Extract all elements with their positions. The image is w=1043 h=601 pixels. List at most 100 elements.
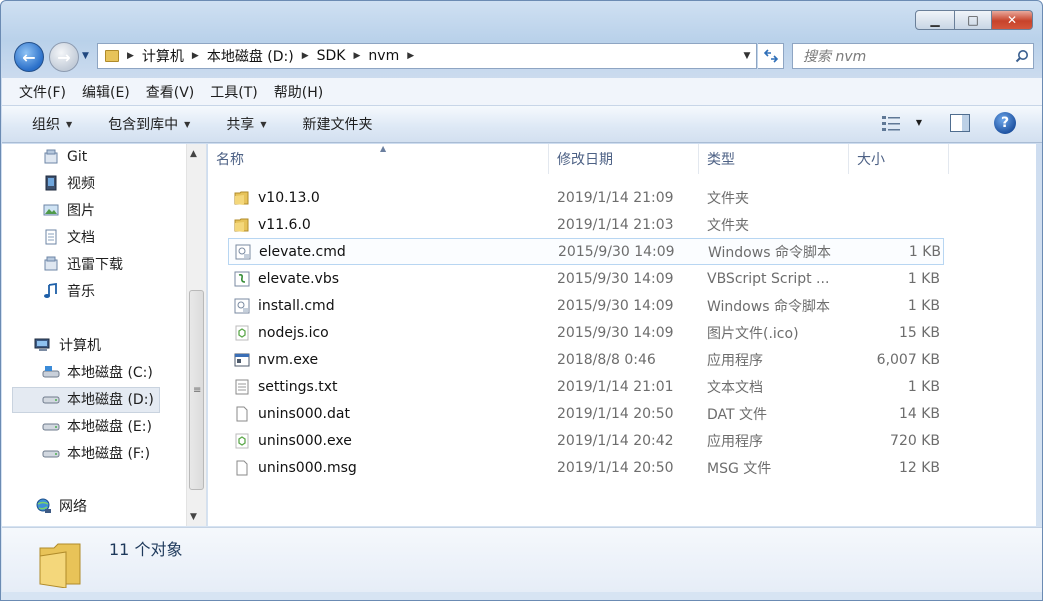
recent-pages-dropdown[interactable]: ▼ <box>82 51 89 61</box>
chevron-down-icon: ▼ <box>66 119 73 129</box>
git-library-icon <box>42 149 60 165</box>
address-history-dropdown[interactable]: ▼ <box>738 51 756 61</box>
file-name-cell[interactable]: elevate.vbs <box>228 271 557 287</box>
nav-label: 文档 <box>67 230 95 246</box>
file-size: 720 KB <box>890 432 940 449</box>
file-name-cell[interactable]: elevate.cmd <box>229 244 558 260</box>
column-header-type[interactable]: 类型 <box>699 144 849 174</box>
menu-file[interactable]: 文件(F) <box>19 82 66 102</box>
column-header-size[interactable]: 大小 <box>849 144 949 174</box>
nav-item-music[interactable]: 音乐 <box>42 280 95 302</box>
breadcrumb-sdk[interactable]: SDK <box>317 48 346 64</box>
chevron-right-icon[interactable]: ▶ <box>302 51 309 61</box>
file-row[interactable]: v11.6.0 2019/1/14 21:03 文件夹 <box>228 211 944 238</box>
file-name: nodejs.ico <box>258 324 329 341</box>
nav-item-downloads[interactable]: 迅雷下载 <box>42 253 123 275</box>
file-row[interactable]: nvm.exe 2018/8/8 0:46 应用程序 6,007 KB <box>228 346 944 373</box>
nav-item-drive-c[interactable]: 本地磁盘 (C:) <box>42 361 153 383</box>
menu-tools[interactable]: 工具(T) <box>210 82 257 102</box>
preview-pane-icon[interactable] <box>950 114 970 132</box>
file-row[interactable]: unins000.msg 2019/1/14 20:50 MSG 文件 12 KB <box>228 454 944 481</box>
menu-view[interactable]: 查看(V) <box>146 82 195 102</box>
file-name: elevate.vbs <box>258 270 339 287</box>
file-name-cell[interactable]: v10.13.0 <box>228 190 557 206</box>
file-name-cell[interactable]: unins000.msg <box>228 460 557 476</box>
refresh-button[interactable] <box>758 43 784 69</box>
menu-edit[interactable]: 编辑(E) <box>82 82 130 102</box>
forward-button[interactable]: → <box>49 42 79 72</box>
scroll-thumb[interactable]: ≡ <box>189 290 204 490</box>
view-options-icon[interactable] <box>881 115 901 132</box>
status-bar: 11 个对象 <box>2 527 1042 592</box>
nav-item-drive-d[interactable]: 本地磁盘 (D:) <box>42 388 154 410</box>
file-date: 2015/9/30 14:09 <box>558 243 675 260</box>
file-type: 图片文件(.ico) <box>707 325 799 342</box>
file-row[interactable]: v10.13.0 2019/1/14 21:09 文件夹 <box>228 184 944 211</box>
chevron-down-icon[interactable]: ▼ <box>916 118 922 127</box>
include-label: 包含到库中 <box>108 117 179 133</box>
nav-item-drive-e[interactable]: 本地磁盘 (E:) <box>42 415 152 437</box>
file-name-cell[interactable]: settings.txt <box>228 379 557 395</box>
file-name-cell[interactable]: unins000.dat <box>228 406 557 422</box>
file-date: 2018/8/8 0:46 <box>557 351 656 368</box>
address-bar[interactable]: ▶ 计算机 ▶ 本地磁盘 (D:) ▶ SDK ▶ nvm ▶ ▼ <box>97 43 757 69</box>
back-button[interactable]: ← <box>14 42 44 72</box>
organize-button[interactable]: 组织 ▼ <box>32 114 72 134</box>
folder-icon <box>234 217 250 233</box>
nav-item-documents[interactable]: 文档 <box>42 226 95 248</box>
file-name-cell[interactable]: install.cmd <box>228 298 557 314</box>
file-name: install.cmd <box>258 297 335 314</box>
file-size: 1 KB <box>907 378 940 395</box>
folder-icon <box>39 543 81 588</box>
chevron-right-icon[interactable]: ▶ <box>192 51 199 61</box>
file-name-cell[interactable]: unins000.exe <box>228 433 557 449</box>
chevron-right-icon[interactable]: ▶ <box>354 51 361 61</box>
breadcrumb-drive-d[interactable]: 本地磁盘 (D:) <box>207 46 294 66</box>
help-icon[interactable]: ? <box>994 112 1016 134</box>
scroll-down-arrow-icon[interactable]: ▼ <box>190 512 197 522</box>
file-name-cell[interactable]: v11.6.0 <box>228 217 557 233</box>
file-size: 1 KB <box>908 243 941 260</box>
breadcrumb-computer[interactable]: 计算机 <box>142 46 184 66</box>
file-type: VBScript Script ... <box>707 270 830 287</box>
share-button[interactable]: 共享 ▼ <box>226 114 266 134</box>
column-header-name[interactable]: 名称 <box>208 144 549 174</box>
file-type: DAT 文件 <box>707 406 768 423</box>
minimize-button[interactable]: ▁ <box>915 10 955 30</box>
new-folder-button[interactable]: 新建文件夹 <box>302 114 372 134</box>
file-date: 2015/9/30 14:09 <box>557 297 674 314</box>
search-box[interactable]: 搜索 nvm <box>792 43 1034 69</box>
file-row[interactable]: install.cmd 2015/9/30 14:09 Windows 命令脚本 1 … <box>228 292 944 319</box>
file-row[interactable]: settings.txt 2019/1/14 21:01 文本文档 1 KB <box>228 373 944 400</box>
file-row[interactable]: elevate.vbs 2015/9/30 14:09 VBScript Scrip… <box>228 265 944 292</box>
column-header-date[interactable]: 修改日期 <box>549 144 699 174</box>
include-in-library-button[interactable]: 包含到库中 ▼ <box>108 114 190 134</box>
menu-bar: 文件(F) 编辑(E) 查看(V) 工具(T) 帮助(H) <box>2 78 1042 105</box>
file-row[interactable]: unins000.dat 2019/1/14 20:50 DAT 文件 14 KB <box>228 400 944 427</box>
file-type: 文件夹 <box>707 217 749 234</box>
column-label: 类型 <box>707 152 735 168</box>
file-name-cell[interactable]: nvm.exe <box>228 352 557 368</box>
nav-item-computer[interactable]: 计算机 <box>34 334 101 356</box>
nav-label: 音乐 <box>67 284 95 300</box>
search-input[interactable]: 搜索 nvm <box>803 46 1011 66</box>
nav-item-git[interactable]: Git <box>42 146 87 168</box>
chevron-right-icon[interactable]: ▶ <box>127 51 134 61</box>
breadcrumb-nvm[interactable]: nvm <box>368 48 399 64</box>
file-row[interactable]: nodejs.ico 2015/9/30 14:09 图片文件(.ico) 15 KB <box>228 319 944 346</box>
nav-scrollbar[interactable]: ▲ ≡ ▼ <box>186 144 206 526</box>
nav-item-pictures[interactable]: 图片 <box>42 199 95 221</box>
maximize-button[interactable]: □ <box>955 10 992 30</box>
menu-help[interactable]: 帮助(H) <box>274 82 323 102</box>
nav-label: 本地磁盘 (D:) <box>67 392 154 408</box>
chevron-right-icon[interactable]: ▶ <box>407 51 414 61</box>
file-row[interactable]: elevate.cmd 2015/9/30 14:09 Windows 命令脚本 1 … <box>228 238 944 265</box>
nav-item-drive-f[interactable]: 本地磁盘 (F:) <box>42 442 150 464</box>
close-button[interactable]: ✕ <box>992 10 1033 30</box>
file-row[interactable]: unins000.exe 2019/1/14 20:42 应用程序 720 KB <box>228 427 944 454</box>
nav-item-videos[interactable]: 视频 <box>42 172 95 194</box>
file-name-cell[interactable]: nodejs.ico <box>228 325 557 341</box>
nav-item-network[interactable]: 网络 <box>34 495 87 517</box>
search-icon[interactable] <box>1011 49 1033 63</box>
scroll-up-arrow-icon[interactable]: ▲ <box>190 149 197 159</box>
